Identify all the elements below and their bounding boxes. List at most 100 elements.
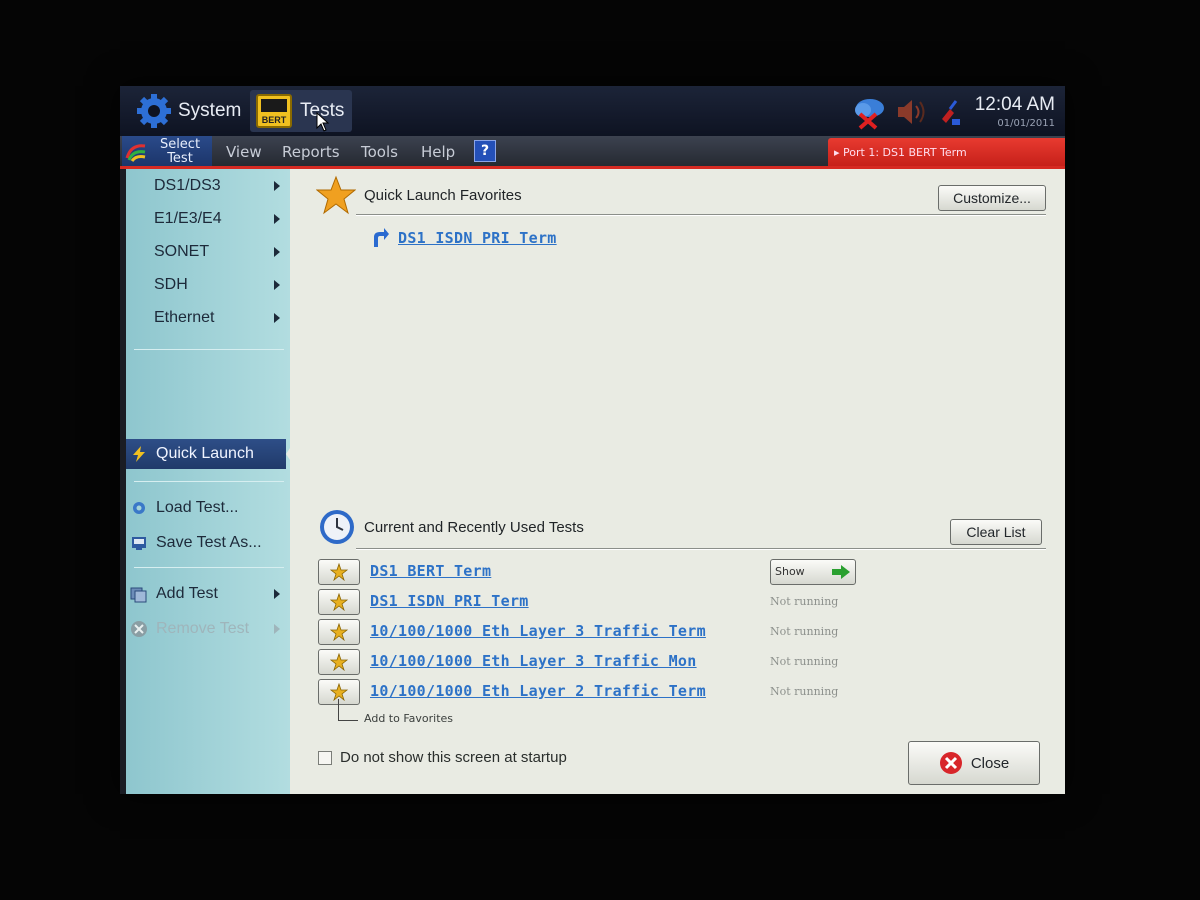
sidebar-item-label: Save Test As... [156, 534, 262, 551]
star-icon [330, 623, 348, 641]
menu-tools[interactable]: Tools [361, 143, 398, 161]
gear-icon [133, 502, 145, 514]
close-icon [939, 752, 962, 774]
test-status: Not running [770, 655, 839, 668]
test-link[interactable]: 10/100/1000 Eth Layer 3 Traffic Term [370, 622, 706, 640]
clock-icon [320, 510, 354, 544]
bert-icon-text: BERT [261, 115, 287, 125]
sidebar-item-remove-test: Remove Test [126, 614, 290, 644]
add-favorite-button[interactable] [318, 559, 360, 585]
test-status: Not running [770, 625, 839, 638]
menu-help[interactable]: Help [421, 143, 455, 161]
select-test-line1: Select [159, 137, 201, 152]
speaker-icon [898, 100, 925, 124]
close-label: Close [970, 754, 1010, 772]
menu-view[interactable]: View [226, 143, 262, 161]
favorites-header: Quick Launch Favorites [316, 175, 522, 215]
port-tab[interactable]: ▸ Port 1: DS1 BERT Term [828, 138, 1065, 168]
sidebar-item-sdh[interactable]: SDH [126, 270, 290, 300]
add-favorites-bracket [338, 699, 358, 721]
sidebar-item-label: E1/E3/E4 [154, 210, 222, 227]
test-status: Not running [770, 595, 839, 608]
star-icon [330, 593, 348, 611]
sidebar-divider [134, 567, 284, 568]
remove-x-icon [131, 621, 147, 637]
sidebar-item-add-test[interactable]: Add Test [126, 579, 290, 609]
battery-plug-icon [942, 100, 960, 125]
close-button[interactable]: Close [908, 741, 1040, 785]
add-favorite-button[interactable] [318, 649, 360, 675]
chevron-right-icon [274, 624, 280, 634]
menu-reports[interactable]: Reports [282, 143, 340, 161]
startup-checkbox[interactable] [318, 751, 332, 765]
select-test-icon [125, 144, 146, 162]
chevron-right-icon [274, 589, 280, 599]
add-test-icon [130, 587, 147, 603]
clock-date: 01/01/2011 [997, 118, 1055, 129]
sidebar-item-label: Load Test... [156, 499, 239, 516]
chevron-right-icon [274, 280, 280, 290]
clock-time: 12:04 AM [974, 94, 1055, 115]
test-link[interactable]: 10/100/1000 Eth Layer 3 Traffic Mon [370, 652, 697, 670]
sidebar-item-label: DS1/DS3 [154, 177, 221, 194]
main-content: Quick Launch Favorites Customize... DS1 … [290, 169, 1065, 794]
sidebar-item-sonet[interactable]: SONET [126, 237, 290, 267]
mouse-cursor-icon [316, 112, 330, 132]
favorite-item[interactable]: DS1 ISDN PRI Term [374, 227, 557, 249]
table-row: 10/100/1000 Eth Layer 3 Traffic Mon Not … [318, 649, 1018, 677]
test-link[interactable]: DS1 BERT Term [370, 562, 491, 580]
add-favorite-button[interactable] [318, 619, 360, 645]
recent-divider [356, 548, 1046, 550]
table-row: DS1 ISDN PRI Term Not running [318, 589, 1018, 617]
sidebar-item-ethernet[interactable]: Ethernet [126, 303, 290, 333]
table-row: 10/100/1000 Eth Layer 2 Traffic Term Not… [318, 679, 1018, 707]
sidebar-divider [134, 481, 284, 482]
clear-list-button[interactable]: Clear List [950, 519, 1042, 545]
recent-header: Current and Recently Used Tests [318, 507, 584, 547]
sidebar-item-label: Remove Test [156, 620, 250, 637]
chevron-right-icon [274, 181, 280, 191]
device-screen: System BERT Tests 12:04 AM 01/01/2011 Se… [120, 86, 1065, 794]
port-tab-label: Port 1: DS1 BERT Term [843, 146, 967, 159]
chevron-right-icon [274, 214, 280, 224]
table-row: DS1 BERT Term Show [318, 559, 1018, 587]
favorites-title: Quick Launch Favorites [364, 186, 522, 204]
sidebar-item-e1-e3-e4[interactable]: E1/E3/E4 [126, 204, 290, 234]
customize-button[interactable]: Customize... [938, 185, 1046, 211]
menu-bar: Select Test View Reports Tools Help ? ▸ … [120, 136, 1065, 168]
sidebar-item-quick-launch[interactable]: Quick Launch [126, 439, 296, 469]
sidebar-item-ds1-ds3[interactable]: DS1/DS3 [126, 171, 290, 201]
select-test-button[interactable]: Select Test [122, 136, 212, 168]
table-row: 10/100/1000 Eth Layer 3 Traffic Term Not… [318, 619, 1018, 647]
bert-icon: BERT [256, 94, 292, 128]
startup-checkbox-label: Do not show this screen at startup [340, 749, 567, 766]
chevron-right-icon [274, 313, 280, 323]
gear-icon [137, 94, 171, 128]
sidebar-divider [134, 349, 284, 350]
sidebar-item-label: Quick Launch [156, 445, 254, 462]
favorites-divider [356, 214, 1046, 216]
chevron-right-icon [274, 247, 280, 257]
system-label: System [178, 100, 242, 121]
sidebar-item-label: SDH [154, 276, 188, 293]
favorite-link[interactable]: DS1 ISDN PRI Term [398, 229, 557, 247]
test-link[interactable]: 10/100/1000 Eth Layer 2 Traffic Term [370, 682, 706, 700]
sidebar-item-label: Add Test [156, 585, 218, 602]
arrow-right-icon [832, 565, 850, 579]
add-favorites-hint: Add to Favorites [364, 712, 454, 725]
sidebar-item-save-test-as[interactable]: Save Test As... [126, 528, 290, 558]
show-label: Show [775, 565, 805, 578]
sidebar-item-label: SONET [154, 243, 210, 260]
save-disk-icon [132, 537, 146, 550]
tests-button[interactable]: BERT Tests [250, 90, 353, 132]
question-mark-icon[interactable]: ? [474, 140, 496, 162]
add-favorite-button[interactable] [318, 589, 360, 615]
lightning-icon [133, 446, 145, 462]
show-button[interactable]: Show [770, 559, 856, 585]
sidebar-item-load-test[interactable]: Load Test... [126, 493, 290, 523]
test-link[interactable]: DS1 ISDN PRI Term [370, 592, 529, 610]
system-button[interactable]: System [130, 90, 247, 132]
star-icon [316, 175, 356, 215]
clock: 12:04 AM 01/01/2011 [975, 94, 1055, 129]
status-icons [850, 92, 964, 132]
